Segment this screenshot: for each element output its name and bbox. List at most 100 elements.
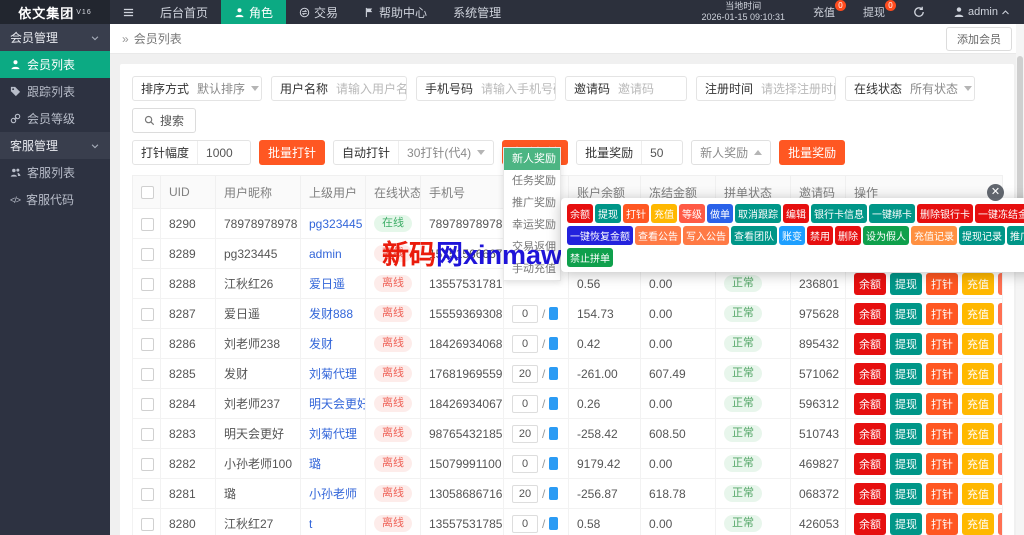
reward-option-推广奖励[interactable]: 推广奖励	[504, 192, 560, 214]
reward-type-select[interactable]: 新人奖励	[691, 140, 772, 165]
plan-input[interactable]	[512, 454, 538, 473]
parent-user-link[interactable]: t	[309, 517, 312, 531]
popup-action-一键冻结金额[interactable]: 一键冻结金额	[975, 204, 1024, 223]
parent-user-link[interactable]: pg323445	[309, 217, 362, 231]
row-action-余额[interactable]: 余额	[854, 272, 886, 295]
popup-action-查看公告[interactable]: 查看公告	[635, 226, 681, 245]
row-checkbox[interactable]	[141, 217, 154, 231]
plan-input[interactable]	[512, 484, 538, 503]
row-action-提现[interactable]: 提现	[890, 272, 922, 295]
popup-action-银行卡信息[interactable]: 银行卡信息	[811, 204, 867, 223]
row-action-打针[interactable]: 打针	[926, 302, 958, 325]
nav-item-系统管理[interactable]: 系统管理	[440, 0, 514, 24]
row-action-余额[interactable]: 余额	[854, 302, 886, 325]
row-action-提现[interactable]: 提现	[890, 302, 922, 325]
hamburger-menu-icon[interactable]	[110, 0, 147, 24]
row-action-提现[interactable]: 提现	[890, 332, 922, 355]
row-checkbox[interactable]	[141, 487, 154, 501]
plan-edit-icon[interactable]	[549, 367, 559, 380]
popup-action-提现[interactable]: 提现	[595, 204, 621, 223]
reward-option-新人奖励[interactable]: 新人奖励	[504, 148, 560, 170]
sidebar-item-会员等级[interactable]: 会员等级	[0, 105, 110, 132]
search-button[interactable]: 搜索	[132, 108, 197, 133]
sidebar-section-客服管理[interactable]: 客服管理	[0, 132, 110, 159]
plan-input[interactable]	[512, 304, 538, 323]
row-action-余额[interactable]: 余额	[854, 392, 886, 415]
row-action-等级[interactable]: 等级	[998, 422, 1002, 445]
row-action-等级[interactable]: 等级	[998, 392, 1002, 415]
plan-edit-icon[interactable]	[549, 397, 559, 410]
row-action-打针[interactable]: 打针	[926, 332, 958, 355]
popup-action-充值[interactable]: 充值	[651, 204, 677, 223]
row-action-提现[interactable]: 提现	[890, 482, 922, 505]
plan-edit-icon[interactable]	[549, 427, 559, 440]
row-action-余额[interactable]: 余额	[854, 512, 886, 535]
row-action-提现[interactable]: 提现	[890, 422, 922, 445]
recharge-nav-button[interactable]: 充值 0	[799, 0, 849, 24]
popup-action-充值记录[interactable]: 充值记录	[911, 226, 957, 245]
row-action-打针[interactable]: 打针	[926, 392, 958, 415]
sidebar-item-会员列表[interactable]: 会员列表	[0, 51, 110, 78]
batch-reward-button[interactable]: 批量奖励	[779, 140, 846, 165]
plan-input[interactable]	[512, 364, 538, 383]
sidebar-item-跟踪列表[interactable]: 跟踪列表	[0, 78, 110, 105]
row-action-提现[interactable]: 提现	[890, 392, 922, 415]
popup-action-打针[interactable]: 打针	[623, 204, 649, 223]
popup-action-做单[interactable]: 做单	[707, 204, 733, 223]
nav-item-帮助中心[interactable]: 帮助中心	[351, 0, 440, 24]
register-time-input[interactable]	[761, 81, 835, 96]
add-member-button[interactable]: 添加会员	[946, 26, 1012, 51]
row-action-打针[interactable]: 打针	[926, 452, 958, 475]
row-checkbox[interactable]	[141, 247, 154, 261]
parent-user-link[interactable]: 明天会更好	[309, 397, 365, 411]
row-action-提现[interactable]: 提现	[890, 452, 922, 475]
popup-close-button[interactable]: ✕	[987, 184, 1004, 201]
row-action-充值[interactable]: 充值	[962, 452, 994, 475]
row-checkbox[interactable]	[141, 517, 154, 531]
row-action-等级[interactable]: 等级	[998, 362, 1002, 385]
row-action-余额[interactable]: 余额	[854, 452, 886, 475]
batch-needle-button[interactable]: 批量打针	[259, 140, 326, 165]
refresh-button[interactable]	[899, 0, 939, 24]
sort-select[interactable]: 默认排序	[197, 80, 245, 97]
plan-edit-icon[interactable]	[549, 457, 559, 470]
row-action-余额[interactable]: 余额	[854, 362, 886, 385]
parent-user-link[interactable]: 刘菊代理	[309, 427, 357, 441]
plan-input[interactable]	[512, 334, 538, 353]
row-action-充值[interactable]: 充值	[962, 302, 994, 325]
row-checkbox[interactable]	[141, 397, 154, 411]
row-checkbox[interactable]	[141, 307, 154, 321]
auto-needle-select[interactable]: 30打针(代4)	[399, 144, 471, 161]
needle-range-input[interactable]	[198, 145, 251, 160]
row-action-充值[interactable]: 充值	[962, 392, 994, 415]
row-checkbox[interactable]	[141, 277, 154, 291]
row-action-充值[interactable]: 充值	[962, 332, 994, 355]
row-action-等级[interactable]: 等级	[998, 332, 1002, 355]
row-action-提现[interactable]: 提现	[890, 512, 922, 535]
row-action-充值[interactable]: 充值	[962, 482, 994, 505]
nav-item-交易[interactable]: 交易	[286, 0, 351, 24]
row-checkbox[interactable]	[141, 367, 154, 381]
row-action-等级[interactable]: 等级	[998, 272, 1002, 295]
username-input[interactable]	[336, 81, 406, 96]
plan-edit-icon[interactable]	[549, 337, 559, 350]
row-action-等级[interactable]: 等级	[998, 302, 1002, 325]
user-menu[interactable]: admin	[939, 0, 1024, 24]
plan-input[interactable]	[512, 394, 538, 413]
plan-input[interactable]	[512, 514, 538, 533]
popup-action-等级[interactable]: 等级	[679, 204, 705, 223]
popup-action-编辑[interactable]: 编辑	[783, 204, 809, 223]
row-action-打针[interactable]: 打针	[926, 512, 958, 535]
popup-action-推广列表[interactable]: 推广列表	[1007, 226, 1024, 245]
row-checkbox[interactable]	[141, 337, 154, 351]
sidebar-section-会员管理[interactable]: 会员管理	[0, 24, 110, 51]
popup-action-一键绑卡[interactable]: 一键绑卡	[869, 204, 915, 223]
parent-user-link[interactable]: 爱日遥	[309, 277, 345, 291]
popup-action-查看团队[interactable]: 查看团队	[731, 226, 777, 245]
reward-option-交易返佣[interactable]: 交易返佣	[504, 236, 560, 258]
parent-user-link[interactable]: 刘菊代理	[309, 367, 357, 381]
nav-item-角色[interactable]: 角色	[221, 0, 287, 24]
nav-item-后台首页[interactable]: 后台首页	[147, 0, 221, 24]
withdraw-nav-button[interactable]: 提现 0	[849, 0, 899, 24]
popup-action-禁用[interactable]: 禁用	[807, 226, 833, 245]
